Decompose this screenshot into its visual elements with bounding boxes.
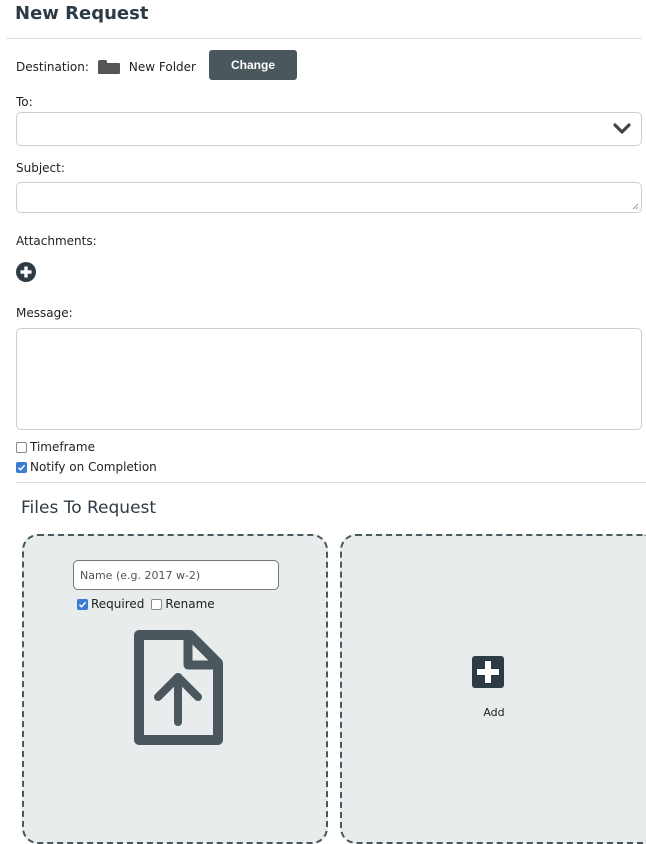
files-divider [16,482,646,483]
timeframe-option[interactable]: Timeframe [16,440,95,454]
notify-label: Notify on Completion [30,460,157,474]
files-section-title: Files To Request [21,498,157,518]
file-name-input[interactable] [73,560,279,590]
attachments-label: Attachments: [16,234,97,248]
checkmark-icon [17,464,26,471]
folder-icon [97,60,120,74]
required-checkbox[interactable] [77,598,88,610]
checkmark-icon [78,601,87,608]
chevron-down-icon [613,123,631,134]
add-attachment-icon[interactable] [16,262,36,282]
add-file-card[interactable]: Add [340,534,646,844]
to-label: To: [16,95,33,109]
to-select[interactable] [16,112,642,146]
rename-label: Rename [165,597,215,611]
destination-folder-name: New Folder [128,60,196,74]
destination-row: Destination: New Folder [16,52,196,82]
file-upload-icon[interactable] [132,630,224,746]
message-textarea[interactable] [16,328,642,430]
subject-label: Subject: [16,161,65,175]
file-request-card: Required Rename [22,534,328,844]
subject-input[interactable] [16,182,642,213]
notify-checkbox[interactable] [16,461,27,473]
timeframe-label: Timeframe [30,440,95,454]
notify-option[interactable]: Notify on Completion [16,460,157,474]
page-title: New Request [15,3,149,24]
change-destination-button[interactable]: Change [209,50,297,80]
plus-square-icon[interactable] [472,656,504,688]
timeframe-checkbox[interactable] [16,441,27,453]
add-file-label: Add [483,706,505,719]
file-options: Required Rename [77,597,215,611]
rename-checkbox[interactable] [151,598,163,610]
destination-label: Destination: [16,60,89,74]
resize-handle-icon[interactable] [632,203,639,210]
message-label: Message: [16,306,73,320]
title-divider [6,38,642,39]
required-label: Required [91,597,145,611]
